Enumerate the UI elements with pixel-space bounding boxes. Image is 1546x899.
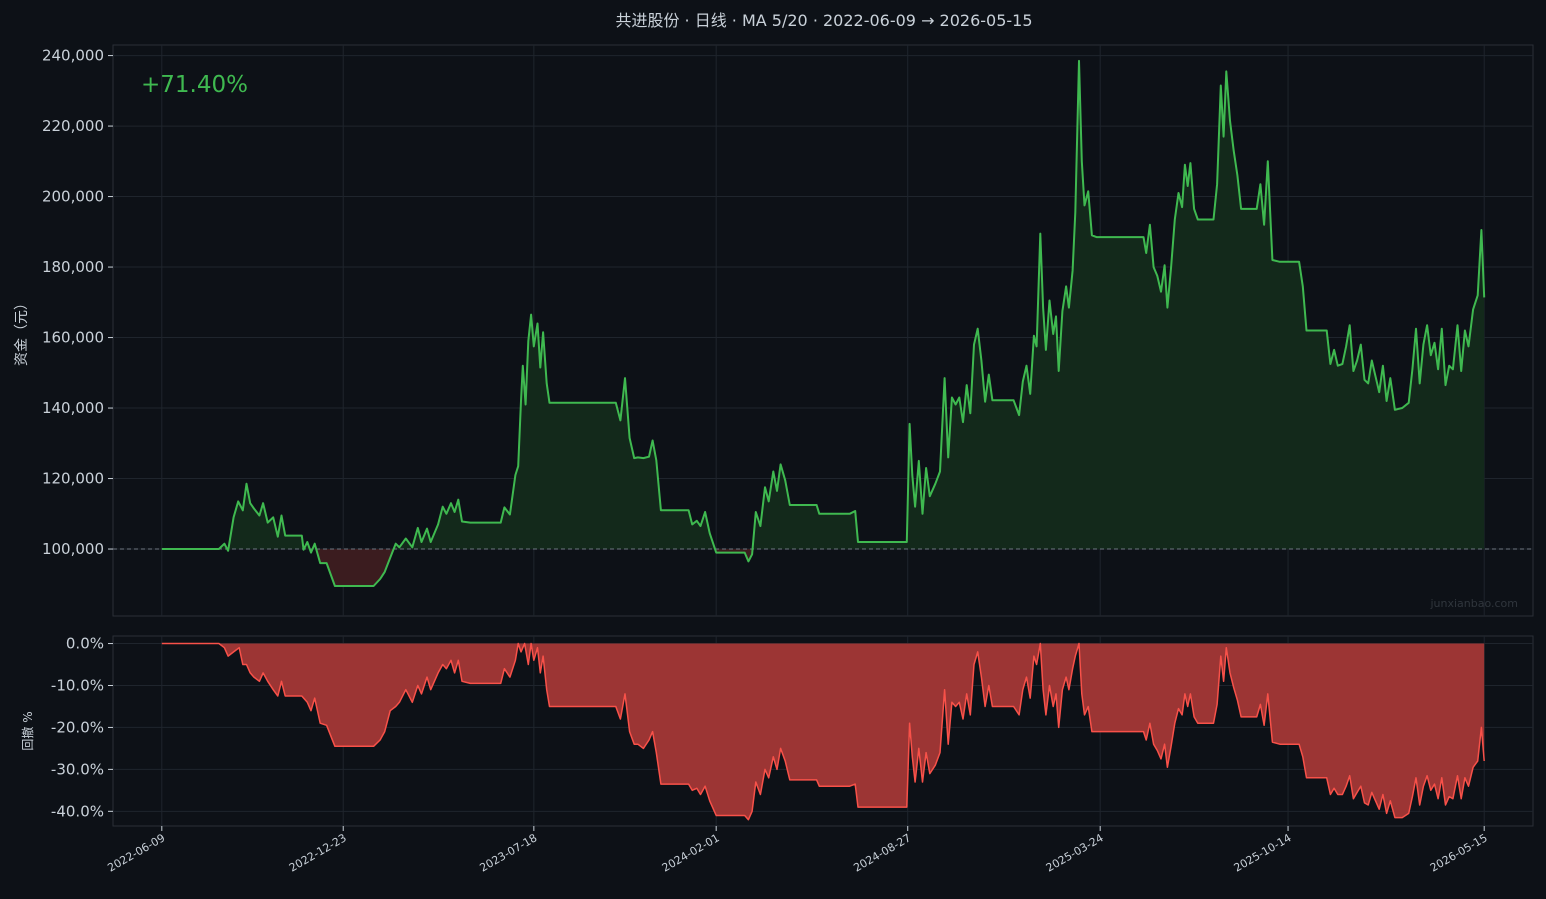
- drawdown-y-tick-label: -30.0%: [51, 760, 104, 778]
- equity-y-tick-label: 180,000: [42, 258, 104, 276]
- backtest-chart: 共进股份 · 日线 · MA 5/20 · 2022-06-09 → 2026-…: [0, 0, 1546, 895]
- drawdown-y-axis-label: 回撤 %: [20, 711, 35, 750]
- drawdown-y-tick-label: 0.0%: [66, 635, 104, 653]
- return-label: +71.40%: [141, 72, 248, 98]
- equity-y-tick-label: 220,000: [42, 117, 104, 135]
- equity-y-tick-label: 200,000: [42, 188, 104, 206]
- chart-canvas: 共进股份 · 日线 · MA 5/20 · 2022-06-09 → 2026-…: [0, 0, 1546, 895]
- equity-y-tick-label: 240,000: [42, 47, 104, 65]
- watermark: junxianbao.com: [1429, 597, 1518, 610]
- equity-y-axis-label: 资金（元）: [14, 296, 30, 366]
- drawdown-y-tick-label: -20.0%: [51, 718, 104, 736]
- equity-y-tick-label: 120,000: [42, 470, 104, 488]
- drawdown-y-tick-label: -10.0%: [51, 676, 104, 694]
- equity-y-tick-label: 100,000: [42, 540, 104, 558]
- equity-y-tick-label: 140,000: [42, 399, 104, 417]
- equity-y-tick-label: 160,000: [42, 329, 104, 347]
- chart-title: 共进股份 · 日线 · MA 5/20 · 2022-06-09 → 2026-…: [615, 11, 1032, 30]
- drawdown-y-tick-label: -40.0%: [51, 802, 104, 820]
